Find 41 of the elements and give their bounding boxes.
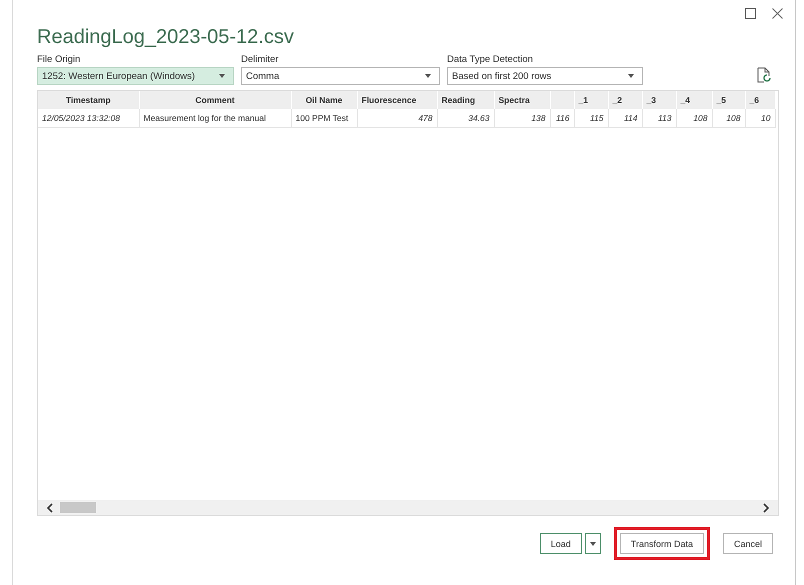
close-icon[interactable] (772, 8, 783, 19)
window-title: ReadingLog_2023-05-12.csv (37, 26, 295, 50)
table-cell: 113 (658, 113, 672, 123)
table-cell: 478 (418, 113, 432, 123)
option-label: Data Type Detection (447, 54, 534, 65)
table-cell: 108 (693, 113, 708, 123)
dropdown-button[interactable] (584, 533, 601, 554)
option-label: Delimiter (241, 54, 280, 65)
column-header[interactable]: Comment (195, 95, 235, 105)
column-header[interactable]: _6 (750, 95, 759, 105)
caret-icon (219, 74, 225, 78)
table-cell: 114 (624, 113, 638, 123)
table-cell: 12/05/2023 13:32:08 (42, 113, 120, 123)
table-cell: 115 (590, 113, 604, 123)
maximize-icon[interactable] (745, 8, 756, 19)
dropdown[interactable]: Comma (241, 67, 440, 85)
column-header[interactable]: _3 (646, 95, 656, 105)
option-label: File Origin (37, 54, 82, 65)
load-button[interactable]: Load (540, 533, 582, 554)
caret-icon (590, 542, 596, 546)
caret-icon (425, 74, 431, 78)
scroll-right-icon[interactable] (762, 502, 770, 512)
table-cell: 10 (761, 113, 770, 123)
table-cell: 138 (531, 113, 546, 123)
caret-icon (628, 74, 634, 78)
dialog-button[interactable]: Transform Data (620, 533, 704, 554)
column-header[interactable]: _4 (680, 95, 690, 105)
table-cell: 108 (726, 113, 740, 123)
scrollbar-thumb[interactable] (60, 502, 96, 513)
scroll-left-icon[interactable] (46, 502, 54, 512)
column-header[interactable]: _1 (578, 95, 588, 105)
dropdown[interactable]: Based on first 200 rows (447, 67, 643, 85)
table-cell: 34.63 (468, 113, 490, 123)
table-cell: 100 PPM Test (296, 113, 348, 123)
refresh-document-icon[interactable] (757, 67, 771, 83)
table-cell: 116 (556, 113, 570, 123)
dialog-button[interactable]: Cancel (722, 533, 773, 554)
column-header[interactable]: _5 (716, 95, 726, 105)
column-header[interactable]: _2 (612, 95, 622, 105)
table-cell: Measurement log for the manual (144, 113, 266, 123)
dropdown[interactable]: 1252: Western European (Windows) (37, 67, 234, 85)
